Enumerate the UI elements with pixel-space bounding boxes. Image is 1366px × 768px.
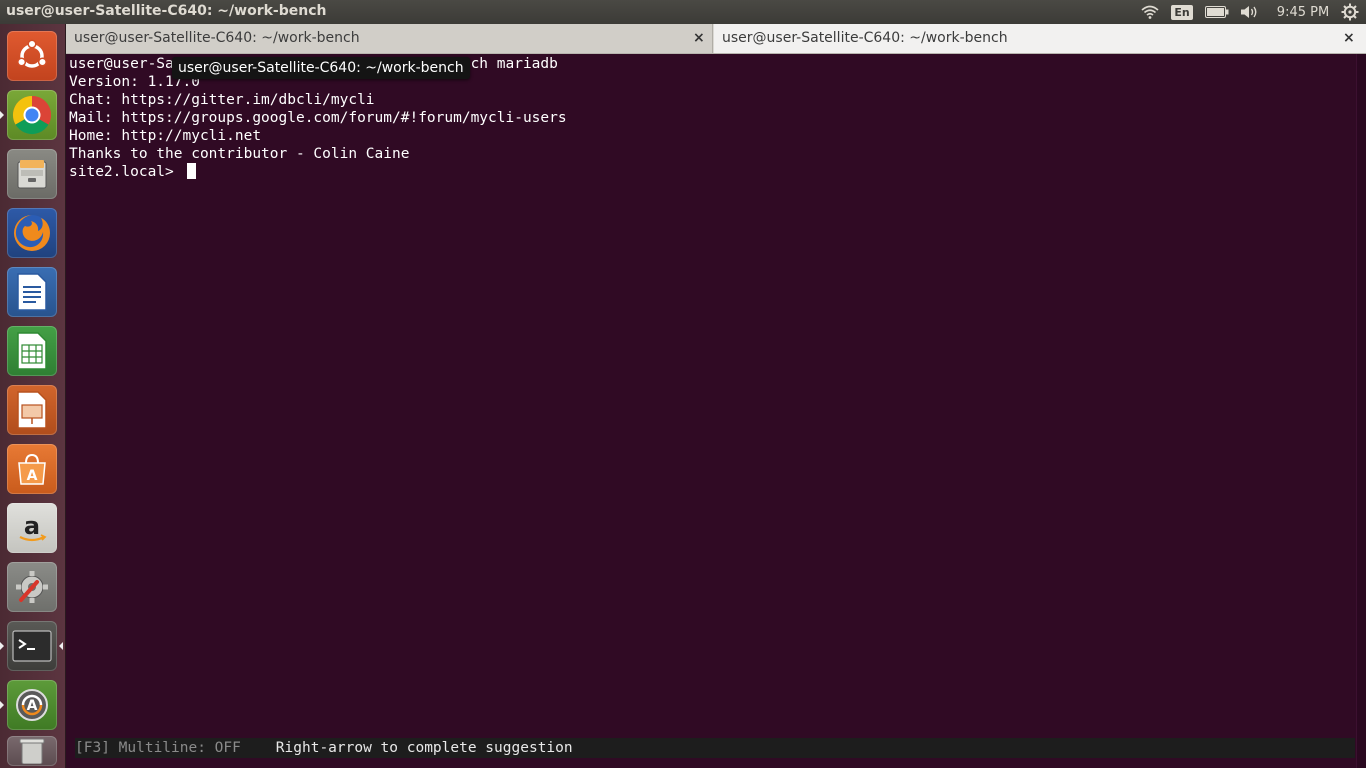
launcher-libreoffice-calc[interactable] bbox=[7, 326, 57, 376]
tab-tooltip: user@user-Satellite-C640: ~/work-bench bbox=[172, 57, 470, 79]
text-cursor bbox=[186, 163, 196, 179]
tab-1-close-icon[interactable]: × bbox=[693, 30, 705, 46]
tab-2-close-icon[interactable]: × bbox=[1343, 30, 1355, 46]
wifi-icon[interactable] bbox=[1138, 0, 1162, 24]
terminal-tab-1[interactable]: user@user-Satellite-C640: ~/work-bench × bbox=[66, 24, 713, 53]
chrome-icon bbox=[12, 95, 52, 135]
terminal-line: Thanks to the contributor - Colin Caine bbox=[69, 146, 410, 162]
launcher-ubuntu-dash[interactable] bbox=[7, 31, 57, 81]
tab-2-title: user@user-Satellite-C640: ~/work-bench bbox=[722, 30, 1008, 46]
chromium-running-indicator bbox=[0, 111, 4, 119]
mycli-status-bar: [F3] Multiline: OFF Right-arrow to compl… bbox=[75, 738, 1355, 758]
keyboard-layout-label: En bbox=[1171, 4, 1193, 20]
calc-icon bbox=[17, 332, 47, 370]
terminal-line: Chat: https://gitter.im/dbcli/mycli bbox=[69, 92, 375, 108]
launcher-terminal[interactable] bbox=[7, 621, 57, 671]
terminal-line: Home: http://mycli.net bbox=[69, 128, 262, 144]
clock[interactable]: 9:45 PM bbox=[1272, 0, 1334, 24]
launcher-libreoffice-impress[interactable] bbox=[7, 385, 57, 435]
launcher-files[interactable] bbox=[7, 149, 57, 199]
launcher-software-updater[interactable]: A bbox=[7, 680, 57, 730]
ubuntu-logo-icon bbox=[17, 39, 47, 68]
terminal-output[interactable]: user@user-Sa ch mariadb Version: 1.17.0 … bbox=[66, 54, 1356, 768]
terminal-tab-2[interactable]: user@user-Satellite-C640: ~/work-bench × bbox=[714, 24, 1366, 53]
updater-running-indicator bbox=[0, 701, 4, 709]
terminal-active-indicator bbox=[59, 642, 63, 650]
launcher: A a A bbox=[0, 24, 66, 768]
svg-text:A: A bbox=[27, 468, 38, 484]
svg-text:a: a bbox=[24, 512, 40, 540]
software-center-icon: A bbox=[18, 453, 46, 485]
terminal-icon bbox=[12, 630, 52, 662]
system-gear-icon[interactable] bbox=[1338, 0, 1362, 24]
trash-icon bbox=[19, 738, 45, 764]
top-panel: user@user-Satellite-C640: ~/work-bench E… bbox=[0, 0, 1366, 24]
volume-icon[interactable] bbox=[1238, 0, 1262, 24]
window-title: user@user-Satellite-C640: ~/work-bench bbox=[6, 3, 327, 19]
launcher-amazon[interactable]: a bbox=[7, 503, 57, 553]
impress-icon bbox=[17, 391, 47, 429]
launcher-software-center[interactable]: A bbox=[7, 444, 57, 494]
launcher-libreoffice-writer[interactable] bbox=[7, 267, 57, 317]
terminal-running-indicator bbox=[0, 642, 4, 650]
updater-icon: A bbox=[16, 689, 48, 721]
launcher-firefox[interactable] bbox=[7, 208, 57, 258]
terminal-line: Mail: https://groups.google.com/forum/#!… bbox=[69, 110, 567, 126]
amazon-icon: a bbox=[19, 512, 47, 542]
multiline-status: [F3] Multiline: OFF bbox=[75, 740, 241, 756]
launcher-chromium[interactable] bbox=[7, 90, 57, 140]
firefox-icon bbox=[14, 215, 50, 251]
svg-text:A: A bbox=[27, 698, 38, 714]
launcher-trash[interactable] bbox=[7, 736, 57, 766]
settings-icon bbox=[16, 571, 48, 603]
prompt-line[interactable]: site2.local> bbox=[69, 163, 196, 181]
terminal-scrollbar[interactable] bbox=[1356, 54, 1366, 768]
battery-icon[interactable] bbox=[1204, 0, 1230, 24]
keyboard-layout-indicator[interactable]: En bbox=[1171, 0, 1193, 24]
tab-1-title: user@user-Satellite-C640: ~/work-bench bbox=[74, 30, 360, 46]
launcher-system-settings[interactable] bbox=[7, 562, 57, 612]
files-icon bbox=[17, 160, 47, 189]
mysql-prompt: site2.local> bbox=[69, 164, 183, 180]
terminal-tab-bar: user@user-Satellite-C640: ~/work-bench ×… bbox=[66, 24, 1366, 54]
writer-icon bbox=[17, 273, 47, 311]
completion-hint: Right-arrow to complete suggestion bbox=[275, 740, 573, 756]
